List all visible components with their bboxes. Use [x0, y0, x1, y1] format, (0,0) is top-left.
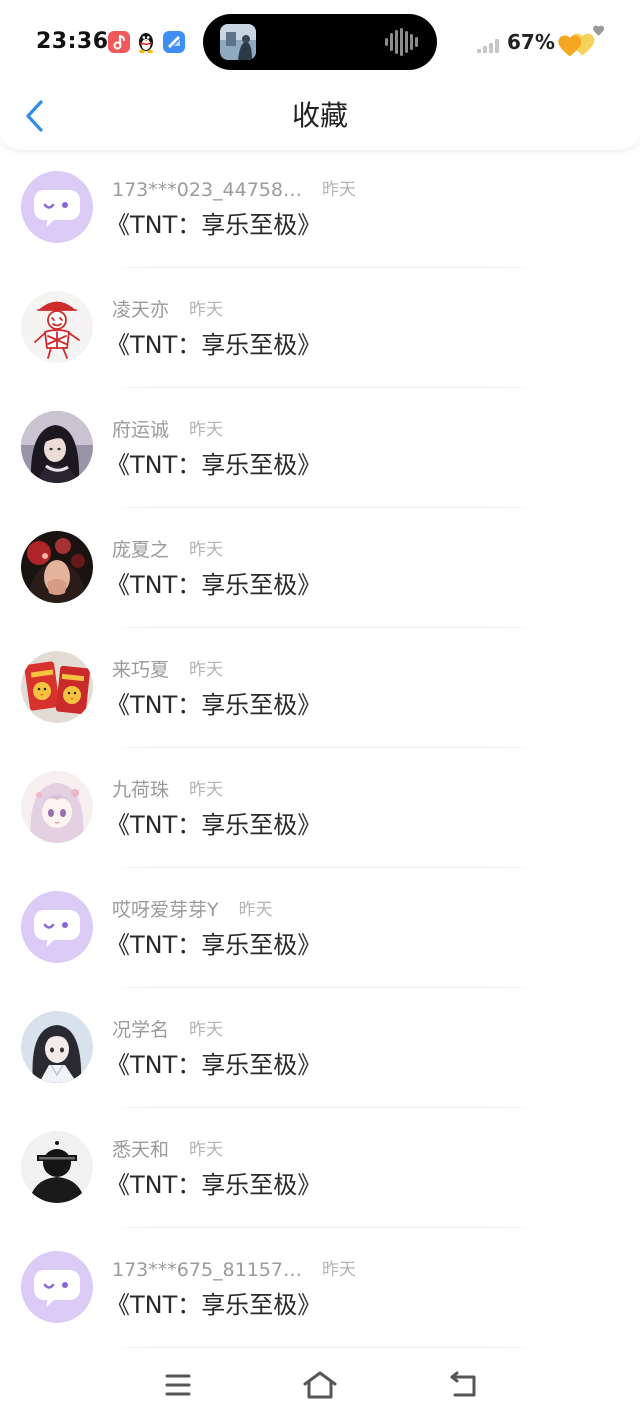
- user-avatar: [21, 411, 93, 483]
- user-avatar: [21, 531, 93, 603]
- default-avatar-icon: [21, 1251, 93, 1323]
- user-avatar: [21, 1011, 93, 1083]
- timestamp: 昨天: [321, 1260, 356, 1280]
- list-item[interactable]: 悉天和 昨天 《TNT：享乐至极》: [0, 1110, 640, 1230]
- user-name: 173***023_44758…: [112, 179, 302, 201]
- timestamp: 昨天: [189, 1020, 224, 1040]
- work-title: 《TNT：享乐至极》: [106, 931, 322, 959]
- back-nav-button[interactable]: [446, 1368, 480, 1402]
- work-title: 《TNT：享乐至极》: [106, 571, 322, 599]
- work-title: 《TNT：享乐至极》: [106, 1171, 322, 1199]
- user-name: 府运诚: [112, 419, 170, 441]
- default-avatar-icon: [21, 171, 93, 243]
- work-title: 《TNT：享乐至极》: [106, 691, 322, 719]
- divider: [106, 867, 540, 868]
- blue-app-icon: [163, 31, 185, 53]
- timestamp: 昨天: [238, 900, 273, 920]
- user-name: 况学名: [112, 1019, 170, 1041]
- back-icon: [450, 1371, 476, 1397]
- divider: [106, 267, 540, 268]
- divider: [106, 987, 540, 988]
- favorites-list: 173***023_44758… 昨天 《TNT：享乐至极》 凌天亦 昨天 《T…: [0, 150, 640, 1350]
- work-title: 《TNT：享乐至极》: [106, 211, 322, 239]
- work-title: 《TNT：享乐至极》: [106, 331, 322, 359]
- user-avatar: [21, 1131, 93, 1203]
- system-nav-bar: [0, 1350, 640, 1422]
- work-title: 《TNT：享乐至极》: [106, 1051, 322, 1079]
- divider: [106, 507, 540, 508]
- page-title: 收藏: [291, 99, 348, 132]
- dynamic-island[interactable]: [203, 14, 437, 70]
- default-avatar-icon: [21, 891, 93, 963]
- divider: [106, 747, 540, 748]
- timestamp: 昨天: [321, 180, 356, 200]
- divider: [106, 627, 540, 628]
- user-name: 悉天和: [112, 1139, 170, 1161]
- divider: [106, 1227, 540, 1228]
- home-button[interactable]: [301, 1368, 339, 1402]
- menu-icon: [165, 1374, 191, 1396]
- list-item[interactable]: 九荷珠 昨天 《TNT：享乐至极》: [0, 750, 640, 870]
- work-title: 《TNT：享乐至极》: [106, 451, 322, 479]
- timestamp: 昨天: [189, 540, 224, 560]
- top-bar: 23:36 67% 收藏: [0, 0, 640, 150]
- divider: [106, 387, 540, 388]
- timestamp: 昨天: [189, 300, 224, 320]
- list-item[interactable]: 府运诚 昨天 《TNT：享乐至极》: [0, 390, 640, 510]
- timestamp: 昨天: [189, 780, 224, 800]
- timestamp: 昨天: [189, 660, 224, 680]
- user-name: 庞夏之: [112, 539, 170, 561]
- divider: [106, 1347, 540, 1348]
- battery-percent: 67%: [507, 30, 555, 54]
- signal-icon: [477, 38, 501, 53]
- heart-battery-icon: [556, 22, 606, 60]
- list-item[interactable]: 凌天亦 昨天 《TNT：享乐至极》: [0, 270, 640, 390]
- user-name: 凌天亦: [112, 299, 170, 321]
- list-item[interactable]: 173***675_81157… 昨天 《TNT：享乐至极》: [0, 1230, 640, 1350]
- user-avatar: [21, 651, 93, 723]
- album-thumbnail: [220, 24, 256, 60]
- home-icon: [303, 1371, 337, 1399]
- status-time: 23:36: [36, 29, 109, 54]
- divider: [106, 1107, 540, 1108]
- work-title: 《TNT：享乐至极》: [106, 1291, 322, 1319]
- music-app-icon: [108, 31, 130, 53]
- list-item[interactable]: 况学名 昨天 《TNT：享乐至极》: [0, 990, 640, 1110]
- list-item[interactable]: 哎呀爱芽芽Y 昨天 《TNT：享乐至极》: [0, 870, 640, 990]
- user-name: 173***675_81157…: [112, 1259, 302, 1281]
- user-avatar: [21, 771, 93, 843]
- qq-penguin-icon: [135, 30, 157, 54]
- list-item[interactable]: 来巧夏 昨天 《TNT：享乐至极》: [0, 630, 640, 750]
- user-avatar: [21, 291, 93, 363]
- audio-waveform-icon: [385, 28, 419, 56]
- user-name: 来巧夏: [112, 659, 170, 681]
- user-name: 哎呀爱芽芽Y: [112, 899, 219, 921]
- timestamp: 昨天: [189, 1140, 224, 1160]
- user-name: 九荷珠: [112, 779, 170, 801]
- menu-button[interactable]: [162, 1368, 194, 1402]
- list-item[interactable]: 庞夏之 昨天 《TNT：享乐至极》: [0, 510, 640, 630]
- timestamp: 昨天: [189, 420, 224, 440]
- list-item[interactable]: 173***023_44758… 昨天 《TNT：享乐至极》: [0, 150, 640, 270]
- work-title: 《TNT：享乐至极》: [106, 811, 322, 839]
